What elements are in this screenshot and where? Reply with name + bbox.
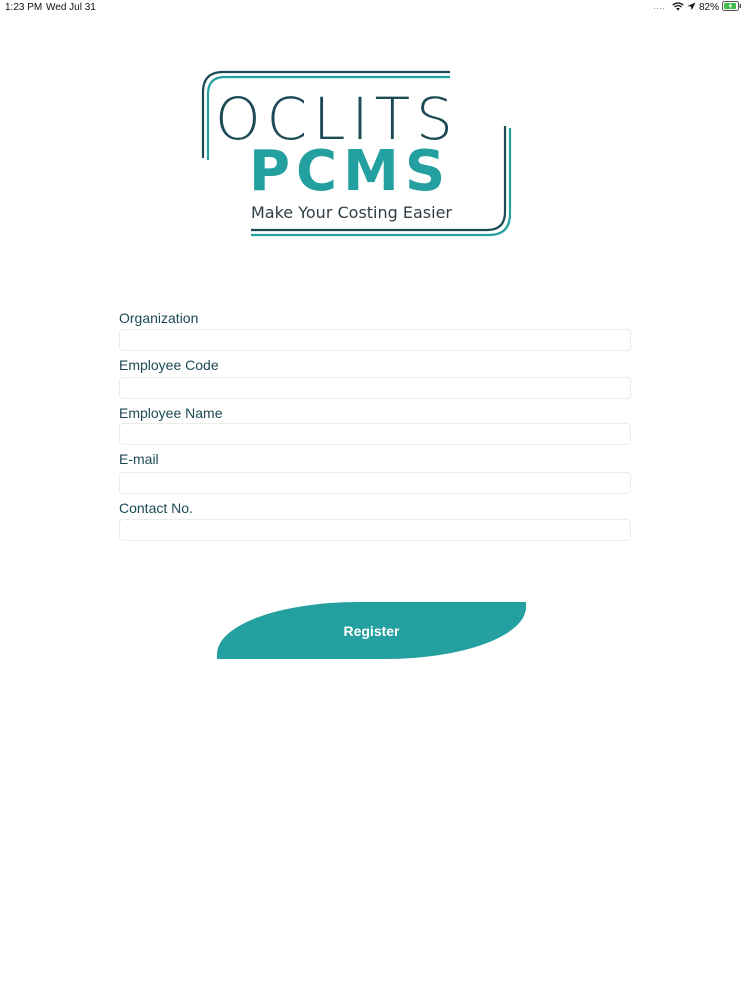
employee-code-input[interactable] xyxy=(119,377,631,399)
app-logo: OCLITS PCMS Make Your Costing Easier xyxy=(195,68,515,243)
employee-name-input[interactable] xyxy=(119,423,631,445)
contact-no-label: Contact No. xyxy=(119,500,193,516)
wifi-icon xyxy=(672,1,684,14)
email-input[interactable] xyxy=(119,472,631,494)
contact-no-input[interactable] xyxy=(119,519,631,541)
organization-label: Organization xyxy=(119,310,199,326)
logo-brand-main: PCMS xyxy=(249,139,452,204)
location-arrow-icon xyxy=(687,2,696,14)
organization-input[interactable] xyxy=(119,329,631,351)
status-time: 1:23 PM xyxy=(5,2,43,13)
register-button[interactable]: Register xyxy=(217,602,526,659)
status-bar: 1:23 PM Wed Jul 31 ···· 82% xyxy=(0,0,750,16)
status-date: Wed Jul 31 xyxy=(46,2,96,13)
email-label: E-mail xyxy=(119,451,159,467)
logo-tagline: Make Your Costing Easier xyxy=(251,203,452,222)
employee-name-label: Employee Name xyxy=(119,405,223,421)
status-right: ···· 82% xyxy=(653,1,742,14)
employee-code-label: Employee Code xyxy=(119,357,219,373)
battery-percent: 82% xyxy=(698,2,719,13)
signal-dots-icon: ···· xyxy=(652,2,665,13)
battery-charging-icon xyxy=(722,1,742,14)
